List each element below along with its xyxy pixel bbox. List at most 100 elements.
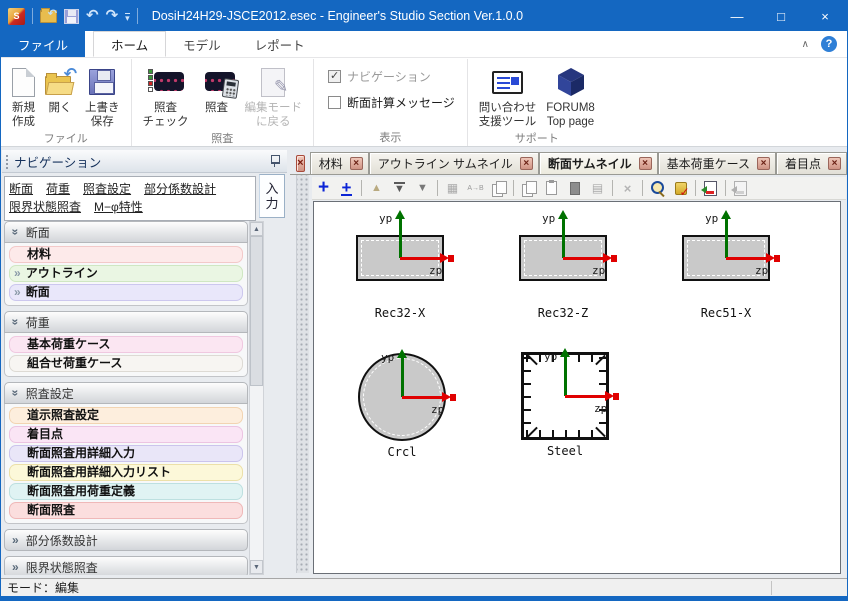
doc-tab-0[interactable]: 材料×	[310, 152, 369, 174]
open-icon[interactable]	[40, 10, 57, 23]
doc-tab-2[interactable]: 断面サムネイル×	[539, 152, 658, 174]
nav-item-2-5[interactable]: 断面照査	[9, 502, 243, 519]
nav-link-0[interactable]: 断面	[9, 182, 33, 196]
nav-item-2-4[interactable]: 断面照査用荷重定義	[9, 483, 243, 500]
nav-item-2-2[interactable]: 断面照査用詳細入力	[9, 445, 243, 462]
toolbar-export-image-button[interactable]: ▦	[441, 178, 464, 199]
nav-section-label: 荷重	[26, 314, 50, 331]
nav-item-label: 断面照査用荷重定義	[27, 484, 135, 499]
nav-item-2-0[interactable]: 道示照査設定	[9, 407, 243, 424]
navigation-scrollbar[interactable]: ▲ ▼	[249, 221, 264, 575]
help-icon[interactable]: ?	[821, 36, 837, 52]
nav-section-header-1[interactable]: »荷重	[4, 311, 248, 333]
toolbar-separator	[612, 180, 613, 196]
doc-tab-1[interactable]: アウトライン サムネイル ×	[369, 152, 539, 174]
ribbon-tab-1[interactable]: ホーム	[93, 31, 166, 57]
nav-link-2[interactable]: 照査設定	[83, 182, 131, 196]
toolbar-move-down-button[interactable]: ▼	[388, 178, 411, 199]
scroll-up-icon[interactable]: ▲	[250, 222, 263, 236]
checkbox-checked-icon[interactable]	[328, 70, 341, 83]
toolbar-rename-button[interactable]: A→B	[464, 178, 487, 199]
axis-y-stem	[401, 357, 404, 397]
nav-section-header-3[interactable]: »部分係数設計	[4, 529, 248, 551]
doc-tab-label: 着目点	[785, 155, 821, 172]
toolbar-verify-check-button[interactable]	[669, 178, 692, 199]
maximize-button[interactable]: □	[759, 1, 803, 31]
pin-icon[interactable]	[270, 155, 279, 167]
nav-item-0-1[interactable]: »アウトライン	[9, 265, 243, 282]
nav-section-items-2: 道示照査設定着目点断面照査用詳細入力断面照査用詳細入力リスト断面照査用荷重定義断…	[4, 404, 248, 524]
ribbon-tab-0[interactable]: ファイル	[1, 31, 85, 57]
doc-tab-label: アウトライン サムネイル	[378, 155, 513, 172]
toolbar-duplicate-button[interactable]	[487, 178, 510, 199]
checkbox-unchecked-icon[interactable]	[328, 96, 341, 109]
toolbar-add-section-button[interactable]: +	[312, 178, 335, 199]
thumbnail-canvas[interactable]: ypzpRec32-XypzpRec32-ZypzpRec51-XypzpCrc…	[313, 201, 841, 574]
scroll-down-icon[interactable]: ▼	[250, 560, 263, 574]
app-icon[interactable]: S	[8, 8, 25, 25]
scrollbar-thumb[interactable]	[250, 236, 263, 386]
open-button[interactable]: ↶ 開く	[40, 60, 80, 116]
nav-link-3[interactable]: 部分係数設計	[144, 182, 216, 196]
axis-y-label: yp	[705, 212, 718, 225]
input-tab[interactable]: 入力	[259, 174, 285, 218]
collapse-ribbon-icon[interactable]: ∧	[802, 39, 809, 50]
copy-page-icon	[522, 181, 535, 195]
toolbar-move-up-button[interactable]: ▲	[365, 178, 388, 199]
nav-item-1-0[interactable]: 基本荷重ケース	[9, 336, 243, 353]
nav-item-0-2[interactable]: »断面	[9, 284, 243, 301]
forum8-button[interactable]: FORUM8 Top page	[541, 60, 600, 130]
redo-icon[interactable]: ↷	[106, 9, 119, 23]
toolbar-paste-button[interactable]	[540, 178, 563, 199]
inquiry-tool-button[interactable]: 問い合わせ 支援ツール	[474, 60, 542, 130]
toolbar-preview-zoom-button[interactable]	[646, 178, 669, 199]
close-icon[interactable]: ×	[639, 157, 652, 170]
ribbon-group-support: 問い合わせ 支援ツール FORUM8 Top page サポート	[467, 59, 606, 146]
ribbon-tab-3[interactable]: レポート	[238, 31, 322, 57]
toolbar-cad-export-button[interactable]	[729, 178, 752, 199]
nav-section-3: »部分係数設計	[4, 529, 248, 551]
nav-link-1[interactable]: 荷重	[46, 182, 70, 196]
nav-link-4[interactable]: 限界状態照査	[9, 200, 81, 214]
toolbar-copy-button[interactable]	[517, 178, 540, 199]
toolbar-move-bottom-button[interactable]: ▼	[411, 178, 434, 199]
toolbar-add-section-below-button[interactable]: +	[335, 178, 358, 199]
nav-link-5[interactable]: M−φ特性	[94, 200, 143, 214]
section-message-checkbox-row[interactable]: 断面計算メッセージ	[328, 93, 455, 112]
minimize-button[interactable]: —	[715, 1, 759, 31]
navigation-checkbox-row[interactable]: ナビゲーション	[328, 67, 455, 86]
check-run-button[interactable]: 照査	[194, 60, 240, 116]
nav-item-2-3[interactable]: 断面照査用詳細入力リスト	[9, 464, 243, 481]
toolbar-list-view-button[interactable]: ▤	[586, 178, 609, 199]
new-button[interactable]: 新規 作成	[7, 60, 40, 130]
toolbar-delete-button[interactable]: ×	[616, 178, 639, 199]
customize-caret-icon[interactable]: ▾	[125, 13, 130, 22]
save-icon[interactable]	[64, 9, 79, 24]
close-icon[interactable]: ×	[350, 157, 363, 170]
close-icon[interactable]: ×	[757, 157, 770, 170]
nav-item-1-1[interactable]: 組合せ荷重ケース	[9, 355, 243, 372]
nav-section-label: 断面	[26, 224, 50, 241]
close-all-icon[interactable]: ×	[296, 155, 305, 172]
image-icon: ▦	[447, 181, 458, 195]
nav-item-2-1[interactable]: 着目点	[9, 426, 243, 443]
check-verify-button[interactable]: 照査 チェック	[138, 60, 194, 130]
undo-icon[interactable]: ↶	[86, 9, 99, 23]
doc-tab-4[interactable]: 着目点 ×	[776, 152, 847, 174]
return-edit-mode-button[interactable]: 編集モード に戻る	[240, 60, 308, 130]
doc-tab-3[interactable]: 基本荷重ケース×	[658, 152, 776, 174]
splitter-grip[interactable]	[296, 175, 309, 573]
nav-section-header-0[interactable]: »断面	[4, 221, 248, 243]
nav-section-header-2[interactable]: »照査設定	[4, 382, 248, 404]
nav-section-header-4[interactable]: »限界状態照査	[4, 556, 248, 575]
close-icon[interactable]: ×	[828, 157, 841, 170]
grip-icon[interactable]	[5, 154, 9, 169]
navigation-links: 断面荷重照査設定部分係数設計限界状態照査 M−φ特性	[4, 176, 256, 221]
toolbar-export-button[interactable]	[563, 178, 586, 199]
toolbar-cad-import-button[interactable]	[699, 178, 722, 199]
ribbon-tab-2[interactable]: モデル	[166, 31, 238, 57]
nav-item-0-0[interactable]: 材料	[9, 246, 243, 263]
close-icon[interactable]: ×	[520, 157, 533, 170]
save-button[interactable]: 上書き 保存	[80, 60, 125, 130]
close-button[interactable]: ×	[803, 1, 847, 31]
